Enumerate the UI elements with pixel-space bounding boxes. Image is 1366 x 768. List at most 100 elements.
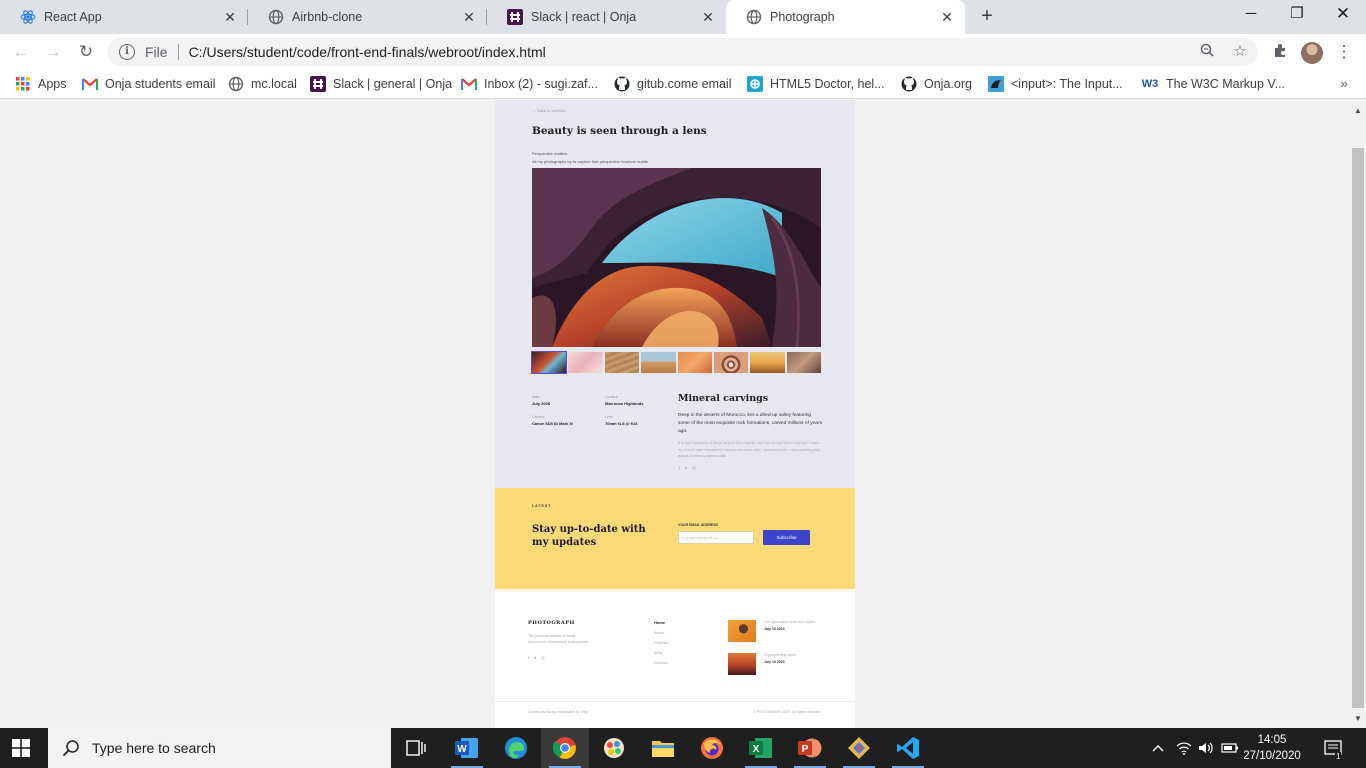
subscribe-button[interactable]: Subscribe xyxy=(763,530,810,545)
firefox-icon[interactable] xyxy=(688,728,736,768)
footer-nav-blog[interactable]: Blog xyxy=(654,650,669,660)
tab-airbnb-clone[interactable]: Airbnb-clone ✕ xyxy=(248,0,487,34)
bookmark-label: The W3C Markup V... xyxy=(1166,77,1286,91)
globe-icon xyxy=(268,9,284,25)
footer-post[interactable]: Ever-guessable skies and ripples July 15… xyxy=(728,620,819,642)
new-tab-button[interactable]: + xyxy=(976,5,998,28)
post-thumbnail xyxy=(728,620,756,642)
info-icon[interactable]: i xyxy=(119,44,135,60)
footer-nav-contact[interactable]: Contact xyxy=(654,660,669,670)
mdn-icon xyxy=(988,76,1004,92)
footer-brand[interactable]: PHOTOGRAPH xyxy=(528,620,575,626)
thumbnail-ripples[interactable] xyxy=(713,352,749,373)
bookmark-inbox[interactable]: Inbox (2) - sugi.zaf... xyxy=(461,76,598,92)
back-to-portfolio-link[interactable]: ← Back to portfolio xyxy=(532,108,566,113)
footer-copyright: © PHOTOGRAPH 2020. All rights reserved. xyxy=(753,710,821,714)
tab-photograph[interactable]: Photograph ✕ xyxy=(726,0,965,34)
volume-icon[interactable] xyxy=(1198,728,1214,768)
facebook-icon[interactable]: f xyxy=(679,465,680,470)
windows-start-icon[interactable] xyxy=(12,739,30,757)
bookmark-html5-doctor[interactable]: HTML5 Doctor, hel... xyxy=(747,76,885,92)
task-view-icon[interactable] xyxy=(392,728,440,768)
thumbnail-sand-texture[interactable] xyxy=(604,352,640,373)
url-text[interactable]: C:/Users/student/code/front-end-finals/w… xyxy=(189,44,546,60)
bookmark-label: HTML5 Doctor, hel... xyxy=(770,77,885,91)
twitter-icon[interactable]: ♦ xyxy=(534,655,536,660)
zoom-icon[interactable] xyxy=(1198,43,1216,61)
notifications-icon[interactable]: 1 xyxy=(1324,728,1342,768)
svg-text:W: W xyxy=(457,744,467,755)
reload-button[interactable]: ↻ xyxy=(75,41,97,63)
word-app-icon[interactable]: W xyxy=(443,728,491,768)
paint-app-icon[interactable] xyxy=(590,728,638,768)
edge-browser-icon[interactable] xyxy=(492,728,540,768)
git-client-icon[interactable] xyxy=(835,728,883,768)
excel-app-icon[interactable]: X xyxy=(737,728,785,768)
bookmark-w3c-validator[interactable]: W3 The W3C Markup V... xyxy=(1141,76,1285,92)
bookmark-star-icon[interactable]: ☆ xyxy=(1231,43,1249,61)
instagram-icon[interactable]: ◎ xyxy=(692,465,696,470)
close-tab-icon[interactable]: ✕ xyxy=(461,9,477,26)
bookmark-slack-general[interactable]: Slack | general | Onja xyxy=(310,76,452,92)
thumbnail-golden-dunes[interactable] xyxy=(750,352,785,373)
close-tab-icon[interactable]: ✕ xyxy=(939,9,955,26)
footer-nav-portfolio[interactable]: Portfolio xyxy=(654,640,669,650)
globe-icon xyxy=(228,76,244,92)
notification-count: 1 xyxy=(1335,752,1342,761)
footer-post[interactable]: Experimenting depth July 15 2019 xyxy=(728,653,819,675)
minimize-button[interactable]: ─ xyxy=(1228,0,1274,30)
taskbar-search[interactable]: Type here to search xyxy=(48,728,391,768)
meta-location-value: Marrocan Highlands xyxy=(605,401,644,406)
footer-nav-home[interactable]: Home xyxy=(654,620,669,630)
close-tab-icon[interactable]: ✕ xyxy=(222,9,238,26)
thumbnail-pink-dunes[interactable] xyxy=(568,352,603,373)
close-window-button[interactable]: ✕ xyxy=(1320,0,1366,30)
slack-icon xyxy=(507,9,523,25)
forward-button[interactable]: → xyxy=(42,41,64,63)
site-footer: PHOTOGRAPH The personal website of Sarah… xyxy=(495,589,855,728)
bookmark-mc-local[interactable]: mc.local xyxy=(228,76,297,92)
system-clock[interactable]: 14:05 27/10/2020 xyxy=(1243,732,1301,764)
scroll-down-arrow-icon[interactable]: ▼ xyxy=(1354,714,1362,723)
wifi-icon[interactable] xyxy=(1176,728,1192,768)
email-field[interactable]: e.g.name@gmail.co xyxy=(678,531,754,544)
chevron-more-icon[interactable]: » xyxy=(1340,75,1348,91)
powerpoint-app-icon[interactable]: P xyxy=(786,728,834,768)
page-title: Beauty is seen through a lens xyxy=(532,125,707,137)
post-date: July 15 2019 xyxy=(764,626,785,631)
bookmark-onja-org[interactable]: Onja.org xyxy=(901,76,972,92)
address-bar[interactable]: i File C:/Users/student/code/front-end-f… xyxy=(107,38,1258,66)
chrome-app-icon[interactable] xyxy=(541,728,589,768)
restore-button[interactable]: ❐ xyxy=(1274,0,1320,30)
twitter-icon[interactable]: ♦ xyxy=(685,465,687,470)
page-scrollbar[interactable]: ▲ ▼ xyxy=(1350,100,1366,728)
facebook-icon[interactable]: f xyxy=(528,655,529,660)
bookmark-mdn-input[interactable]: <input>: The Input... xyxy=(988,76,1123,92)
thumbnail-rock-face[interactable] xyxy=(786,352,821,373)
bookmark-github-email[interactable]: gitub.come email xyxy=(614,76,732,92)
vscode-app-icon[interactable] xyxy=(884,728,932,768)
show-hidden-icons-chevron-icon[interactable] xyxy=(1152,728,1164,768)
back-button[interactable]: ← xyxy=(10,41,32,63)
thumbnail-desert-sky[interactable] xyxy=(641,352,676,373)
profile-avatar[interactable] xyxy=(1301,42,1323,64)
extensions-icon[interactable] xyxy=(1270,42,1290,62)
close-tab-icon[interactable]: ✕ xyxy=(700,9,716,26)
file-explorer-icon[interactable] xyxy=(639,728,687,768)
footer-nav-about[interactable]: About xyxy=(654,630,669,640)
post-date: July 15 2019 xyxy=(764,659,785,664)
newsletter-title: Stay up-to-date with my updates xyxy=(532,524,646,548)
thumbnail-orange-rock[interactable] xyxy=(677,352,712,373)
tab-slack-react[interactable]: Slack | react | Onja ✕ xyxy=(487,0,726,34)
clock-time: 14:05 xyxy=(1257,734,1287,746)
detail-note: It is my experience of these carpets thi… xyxy=(678,441,821,458)
instagram-icon[interactable]: ◎ xyxy=(541,655,545,660)
tab-react-app[interactable]: React App ✕ xyxy=(0,0,248,34)
bookmark-onja-email[interactable]: Onja students email xyxy=(82,76,215,92)
scrollbar-thumb[interactable] xyxy=(1352,148,1364,708)
menu-kebab-icon[interactable]: ⋮ xyxy=(1334,42,1354,62)
battery-icon[interactable] xyxy=(1221,728,1239,768)
bookmark-apps[interactable]: Apps xyxy=(15,76,67,92)
thumbnail-canyon[interactable] xyxy=(530,351,568,374)
scroll-up-arrow-icon[interactable]: ▲ xyxy=(1354,106,1362,115)
